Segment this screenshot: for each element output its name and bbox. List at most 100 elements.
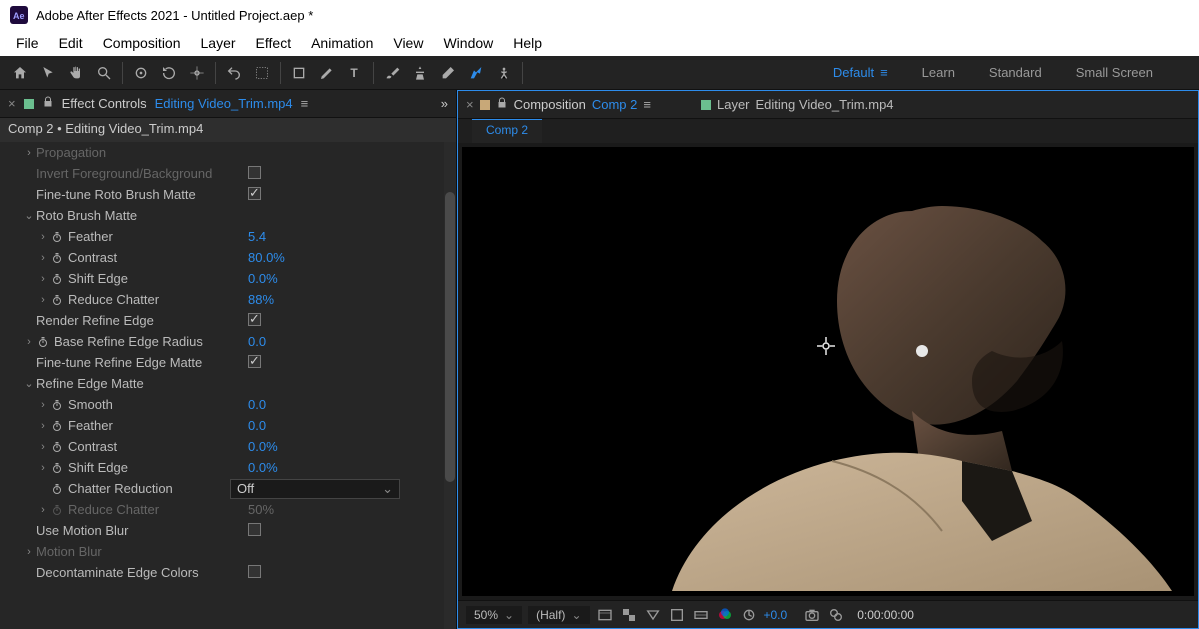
clone-tool[interactable] bbox=[406, 59, 434, 87]
caret-icon[interactable]: › bbox=[36, 252, 50, 264]
close-tab-icon[interactable]: × bbox=[466, 97, 474, 112]
show-snapshot-icon[interactable] bbox=[827, 606, 845, 624]
menu-animation[interactable]: Animation bbox=[301, 31, 383, 55]
val-reduce[interactable]: 88% bbox=[248, 292, 438, 307]
exposure-reset-icon[interactable] bbox=[740, 606, 758, 624]
stopwatch-icon[interactable] bbox=[50, 230, 64, 244]
val-base-radius[interactable]: 0.0 bbox=[248, 334, 438, 349]
zoom-select[interactable]: 50%⌄ bbox=[466, 606, 522, 624]
motion-blur-checkbox[interactable] bbox=[248, 523, 261, 536]
stopwatch-icon[interactable] bbox=[50, 251, 64, 265]
mask-tool[interactable] bbox=[248, 59, 276, 87]
invert-checkbox[interactable] bbox=[248, 166, 261, 179]
scrollbar-thumb[interactable] bbox=[445, 192, 455, 482]
stopwatch-icon[interactable] bbox=[36, 335, 50, 349]
exposure-value[interactable]: +0.0 bbox=[764, 608, 788, 622]
undo-tool[interactable] bbox=[220, 59, 248, 87]
eraser-tool[interactable] bbox=[434, 59, 462, 87]
effect-tab-file[interactable]: Editing Video_Trim.mp4 bbox=[155, 96, 293, 111]
render-refine-checkbox[interactable] bbox=[248, 313, 261, 326]
caret-icon[interactable]: › bbox=[22, 147, 36, 159]
val-feather[interactable]: 5.4 bbox=[248, 229, 438, 244]
workspace-default[interactable]: Default bbox=[833, 65, 874, 80]
lock-icon[interactable] bbox=[496, 97, 508, 112]
caret-icon[interactable]: › bbox=[36, 462, 50, 474]
fast-preview-icon[interactable] bbox=[596, 606, 614, 624]
comp-subtab[interactable]: Comp 2 bbox=[472, 119, 542, 143]
transparency-grid-icon[interactable] bbox=[620, 606, 638, 624]
snapshot-icon[interactable] bbox=[803, 606, 821, 624]
anchor-tool[interactable] bbox=[183, 59, 211, 87]
scrollbar[interactable] bbox=[444, 142, 456, 629]
menu-edit[interactable]: Edit bbox=[49, 31, 93, 55]
workspace-learn[interactable]: Learn bbox=[922, 65, 955, 80]
finetune-refine-checkbox[interactable] bbox=[248, 355, 261, 368]
timecode[interactable]: 0:00:00:00 bbox=[857, 608, 914, 622]
workspace-menu-icon[interactable]: ≡ bbox=[880, 65, 888, 80]
decon-checkbox[interactable] bbox=[248, 565, 261, 578]
panel-menu-icon[interactable]: ≡ bbox=[301, 96, 309, 111]
stopwatch-icon[interactable] bbox=[50, 440, 64, 454]
finetune-roto-checkbox[interactable] bbox=[248, 187, 261, 200]
workspace-smallscreen[interactable]: Small Screen bbox=[1076, 65, 1153, 80]
menu-effect[interactable]: Effect bbox=[246, 31, 302, 55]
close-tab-icon[interactable]: × bbox=[8, 96, 16, 111]
caret-icon[interactable]: › bbox=[22, 336, 36, 348]
caret-icon[interactable]: › bbox=[36, 294, 50, 306]
orbit-tool[interactable] bbox=[127, 59, 155, 87]
panel-menu-icon[interactable]: ≡ bbox=[643, 97, 651, 112]
stopwatch-icon[interactable] bbox=[50, 272, 64, 286]
pen-tool[interactable] bbox=[313, 59, 341, 87]
layer-tab[interactable]: Layer Editing Video_Trim.mp4 bbox=[701, 97, 894, 112]
puppet-tool[interactable] bbox=[490, 59, 518, 87]
mask-toggle-icon[interactable] bbox=[644, 606, 662, 624]
stopwatch-icon[interactable] bbox=[50, 398, 64, 412]
shape-tool[interactable] bbox=[285, 59, 313, 87]
resolution-select[interactable]: (Half)⌄ bbox=[528, 606, 589, 624]
composition-viewer[interactable] bbox=[462, 147, 1194, 596]
channel-icon[interactable] bbox=[716, 606, 734, 624]
brush-tool[interactable] bbox=[378, 59, 406, 87]
caret-icon[interactable]: ⌄ bbox=[22, 377, 36, 390]
caret-icon[interactable]: ⌄ bbox=[22, 209, 36, 222]
comp-tab[interactable]: × Composition Comp 2 ≡ bbox=[466, 97, 651, 112]
panel-overflow-icon[interactable]: » bbox=[441, 96, 448, 111]
stopwatch-icon[interactable] bbox=[50, 482, 64, 496]
val-smooth[interactable]: 0.0 bbox=[248, 397, 438, 412]
caret-icon[interactable]: › bbox=[36, 273, 50, 285]
stopwatch-icon[interactable] bbox=[50, 293, 64, 307]
val-contrast[interactable]: 80.0% bbox=[248, 250, 438, 265]
effect-list[interactable]: ›Propagation Invert Foreground/Backgroun… bbox=[0, 142, 444, 629]
lock-icon[interactable] bbox=[42, 96, 54, 111]
roto-brush-tool[interactable] bbox=[462, 59, 490, 87]
zoom-tool[interactable] bbox=[90, 59, 118, 87]
val-shift2[interactable]: 0.0% bbox=[248, 460, 438, 475]
rotation-tool[interactable] bbox=[155, 59, 183, 87]
caret-icon[interactable]: › bbox=[36, 420, 50, 432]
region-icon[interactable] bbox=[668, 606, 686, 624]
caret-icon[interactable]: › bbox=[22, 546, 36, 558]
selection-tool[interactable] bbox=[34, 59, 62, 87]
val-feather2[interactable]: 0.0 bbox=[248, 418, 438, 433]
menu-view[interactable]: View bbox=[383, 31, 433, 55]
val-contrast2[interactable]: 0.0% bbox=[248, 439, 438, 454]
effect-controls-tab[interactable]: × Effect Controls Editing Video_Trim.mp4… bbox=[0, 90, 456, 118]
caret-icon[interactable]: › bbox=[36, 441, 50, 453]
menu-layer[interactable]: Layer bbox=[191, 31, 246, 55]
menu-window[interactable]: Window bbox=[433, 31, 503, 55]
anchor-point-icon[interactable] bbox=[817, 337, 835, 355]
hand-tool[interactable] bbox=[62, 59, 90, 87]
home-tool[interactable] bbox=[6, 59, 34, 87]
chatter-reduction-select[interactable]: Off⌄ bbox=[230, 479, 400, 499]
caret-icon[interactable]: › bbox=[36, 231, 50, 243]
text-tool[interactable]: T bbox=[341, 59, 369, 87]
caret-icon[interactable]: › bbox=[36, 504, 50, 516]
workspace-standard[interactable]: Standard bbox=[989, 65, 1042, 80]
stopwatch-icon[interactable] bbox=[50, 419, 64, 433]
stopwatch-icon[interactable] bbox=[50, 461, 64, 475]
menu-composition[interactable]: Composition bbox=[93, 31, 191, 55]
val-shift[interactable]: 0.0% bbox=[248, 271, 438, 286]
guides-icon[interactable] bbox=[692, 606, 710, 624]
menu-help[interactable]: Help bbox=[503, 31, 552, 55]
comp-tab-name[interactable]: Comp 2 bbox=[592, 97, 638, 112]
